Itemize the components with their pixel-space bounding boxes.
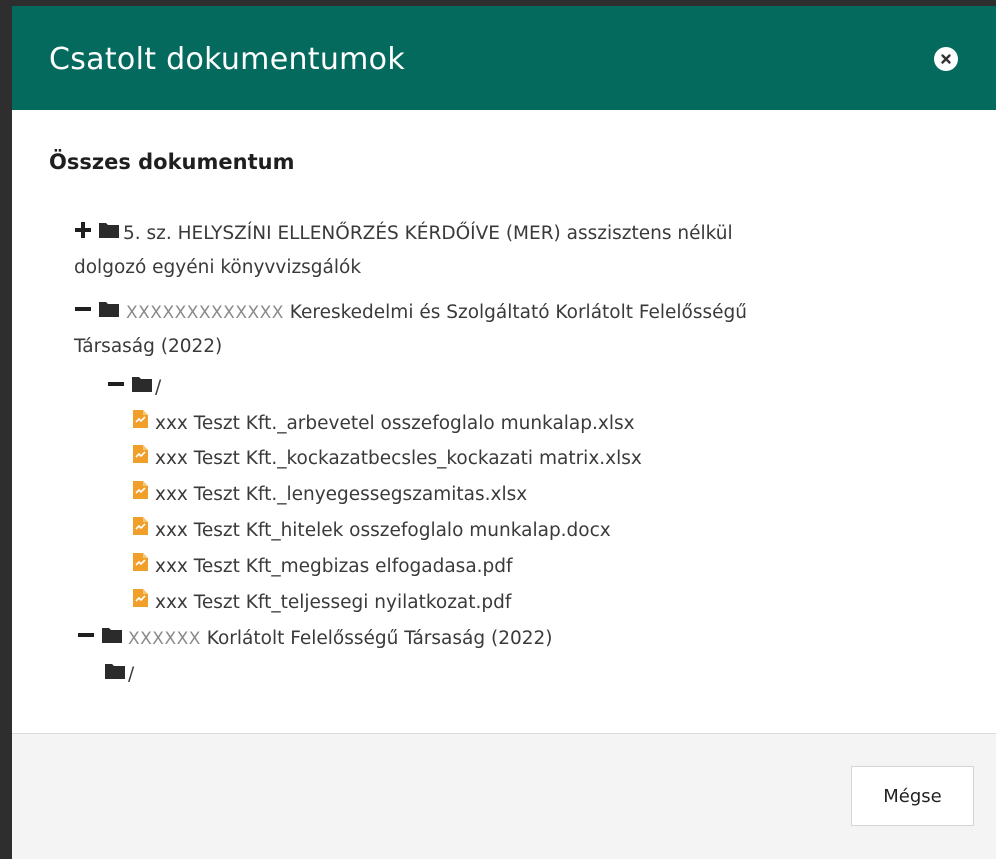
file-icon — [132, 478, 149, 512]
folder-icon — [131, 371, 153, 405]
collapse-toggle[interactable] — [74, 296, 92, 330]
expand-toggle[interactable] — [74, 217, 92, 251]
file-item[interactable]: xxx Teszt Kft_teljessegi nyilatkozat.pdf — [132, 586, 511, 620]
file-label: xxx Teszt Kft_hitelek osszefoglalo munka… — [155, 520, 611, 541]
file-label: xxx Teszt Kft_megbizas elfogadasa.pdf — [155, 556, 513, 577]
file-icon — [132, 514, 149, 548]
collapse-toggle[interactable] — [107, 371, 125, 405]
folder-label[interactable]: Kereskedelmi és Szolgáltató Korlátolt Fe… — [284, 302, 747, 323]
folder-icon — [98, 296, 120, 330]
file-icon — [132, 442, 149, 476]
minus-icon — [78, 633, 94, 637]
file-icon — [132, 550, 149, 584]
collapse-toggle[interactable] — [77, 622, 95, 656]
file-item[interactable]: xxx Teszt Kft_megbizas elfogadasa.pdf — [132, 550, 513, 584]
cancel-button[interactable]: Mégse — [851, 766, 974, 826]
file-icon — [132, 586, 149, 620]
folder-icon — [101, 622, 123, 656]
folder-label-cont[interactable]: dolgozó egyéni könyvvizsgálók — [74, 257, 361, 278]
tree-node-helyszini: 5. sz. HELYSZÍNI ELLENŐRZÉS KÉRDŐÍVE (ME… — [74, 217, 733, 278]
folder-label[interactable]: / — [128, 664, 134, 685]
folder-label[interactable]: 5. sz. HELYSZÍNI ELLENŐRZÉS KÉRDŐÍVE (ME… — [123, 223, 733, 244]
section-title: Összes dokumentum — [49, 150, 295, 174]
masked-company-name: XXXXXX — [128, 629, 201, 649]
folder-label[interactable]: Korlátolt Felelősségű Társaság (2022) — [201, 628, 553, 649]
minus-icon — [75, 307, 91, 311]
tree-node-korlatolt: XXXXXX Korlátolt Felelősségű Társaság (2… — [77, 622, 553, 656]
masked-company-name: XXXXXXXXXXXXX — [126, 303, 284, 323]
close-icon — [941, 54, 951, 64]
tree-node-subfolder: / — [104, 658, 134, 692]
plus-icon — [75, 222, 91, 238]
minus-icon — [108, 382, 124, 386]
file-item[interactable]: xxx Teszt Kft_hitelek osszefoglalo munka… — [132, 514, 611, 548]
close-button[interactable] — [934, 47, 958, 71]
file-label: xxx Teszt Kft._kockazatbecsles_kockazati… — [155, 448, 642, 469]
tree-node-kereskedelmi: XXXXXXXXXXXXX Kereskedelmi és Szolgáltat… — [74, 296, 747, 357]
file-item[interactable]: xxx Teszt Kft._kockazatbecsles_kockazati… — [132, 442, 642, 476]
dialog-header: Csatolt dokumentumok — [12, 6, 996, 110]
file-item[interactable]: xxx Teszt Kft._lenyegessegszamitas.xlsx — [132, 478, 527, 512]
dialog-title: Csatolt dokumentumok — [49, 42, 405, 77]
file-label: xxx Teszt Kft_teljessegi nyilatkozat.pdf — [155, 592, 512, 613]
file-icon — [132, 407, 149, 441]
file-label: xxx Teszt Kft._lenyegessegszamitas.xlsx — [155, 484, 528, 505]
folder-icon — [104, 658, 126, 692]
dialog-footer: Mégse — [12, 733, 996, 859]
tree-node-subfolder: / — [107, 371, 161, 405]
file-item[interactable]: xxx Teszt Kft._arbevetel osszefoglalo mu… — [132, 407, 635, 441]
folder-icon — [98, 217, 120, 251]
file-label: xxx Teszt Kft._arbevetel osszefoglalo mu… — [155, 413, 635, 434]
attached-documents-dialog: Csatolt dokumentumok Összes dokumentum 5… — [12, 6, 996, 859]
folder-label[interactable]: / — [155, 377, 161, 398]
folder-label-cont[interactable]: Társaság (2022) — [74, 336, 222, 357]
